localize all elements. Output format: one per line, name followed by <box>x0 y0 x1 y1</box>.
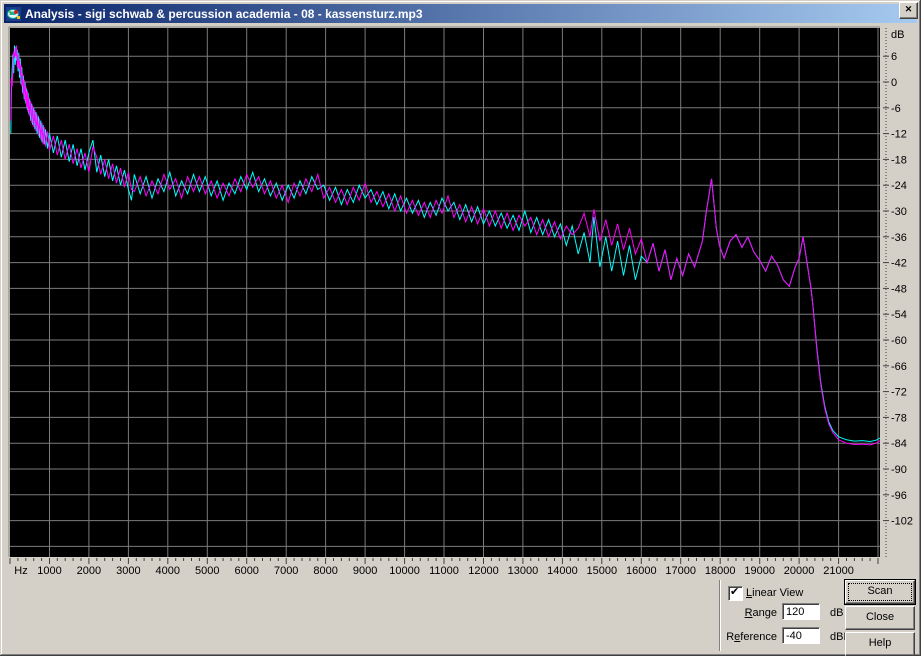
y-axis: dB 6 0 -6 -12 -18 -24 -30 -36 -42 -48 -54 -60 -66 -72 -… <box>883 28 913 557</box>
analysis-window: Analysis - sigi schwab & percussion acad… <box>0 0 921 656</box>
y-axis-label: -48 <box>891 283 907 295</box>
y-axis-label: -12 <box>891 129 907 141</box>
window-title: Analysis - sigi schwab & percussion acad… <box>25 6 423 21</box>
reference-input[interactable] <box>782 627 820 644</box>
y-axis-label: -54 <box>891 309 907 321</box>
y-axis-label: -42 <box>891 258 907 270</box>
y-axis-label: -90 <box>891 464 907 476</box>
x-axis-label: 6000 <box>234 565 258 577</box>
titlebar[interactable]: Analysis - sigi schwab & percussion acad… <box>4 4 917 23</box>
x-axis-label: 8000 <box>313 565 337 577</box>
x-axis-label: 4000 <box>156 565 180 577</box>
x-axis-label: 14000 <box>547 565 578 577</box>
x-axis-label: 3000 <box>116 565 140 577</box>
y-axis-label: -36 <box>891 232 907 244</box>
x-axis-label: 2000 <box>77 565 101 577</box>
close-button[interactable]: Close <box>845 606 915 630</box>
y-axis-label: -66 <box>891 361 907 373</box>
x-axis-label: 19000 <box>744 565 775 577</box>
x-axis-label: 21000 <box>823 565 854 577</box>
linear-view-label[interactable]: Linear View <box>746 587 803 599</box>
y-axis-label: -30 <box>891 206 907 218</box>
y-axis-label: -78 <box>891 412 907 424</box>
help-button[interactable]: Help <box>845 632 915 656</box>
x-axis-label: 15000 <box>587 565 618 577</box>
y-axis-label: 0 <box>891 77 897 89</box>
app-icon <box>6 6 21 21</box>
y-axis-label: -60 <box>891 335 907 347</box>
x-axis-label: Hz <box>14 565 27 577</box>
y-axis-label: -96 <box>891 490 907 502</box>
spectrum-chart[interactable]: Hz 1000 2000 3000 4000 5000 6000 7000 8000 9000 10… <box>0 24 921 580</box>
y-axis-label: -24 <box>891 180 907 192</box>
x-axis-label: 13000 <box>508 565 539 577</box>
x-axis-label: 7000 <box>274 565 298 577</box>
y-axis-label: -102 <box>891 516 913 528</box>
y-axis-label: -72 <box>891 387 907 399</box>
linear-view-checkbox[interactable] <box>728 585 743 601</box>
x-axis-label: 10000 <box>389 565 420 577</box>
x-axis-label: 11000 <box>429 565 459 577</box>
x-axis-label: 12000 <box>468 565 499 577</box>
reference-label: Reference <box>726 631 777 643</box>
x-axis-label: 16000 <box>626 565 657 577</box>
range-label: Range <box>744 607 777 619</box>
range-unit: dB <box>830 607 844 619</box>
y-axis-label: 6 <box>891 51 897 63</box>
x-axis-label: 20000 <box>784 565 815 577</box>
scan-button[interactable]: Scan <box>844 579 916 605</box>
y-axis-header: dB <box>891 29 904 41</box>
y-axis-label: -84 <box>891 438 907 450</box>
x-axis-label: 5000 <box>195 565 219 577</box>
x-axis-label: 1000 <box>37 565 61 577</box>
range-input[interactable] <box>782 603 820 620</box>
x-axis-label: 9000 <box>353 565 377 577</box>
bottom-panel: Cursor: 14800 Hz, L=-31.38 dB, R=-29.55 … <box>0 578 921 656</box>
y-axis-label: -18 <box>891 154 907 166</box>
y-axis-label: -6 <box>891 103 901 115</box>
x-axis-label: 17000 <box>665 565 696 577</box>
x-axis-label: 18000 <box>705 565 736 577</box>
close-icon[interactable] <box>899 2 918 19</box>
x-axis: Hz 1000 2000 3000 4000 5000 6000 7000 8000 9000 10… <box>9 558 879 577</box>
